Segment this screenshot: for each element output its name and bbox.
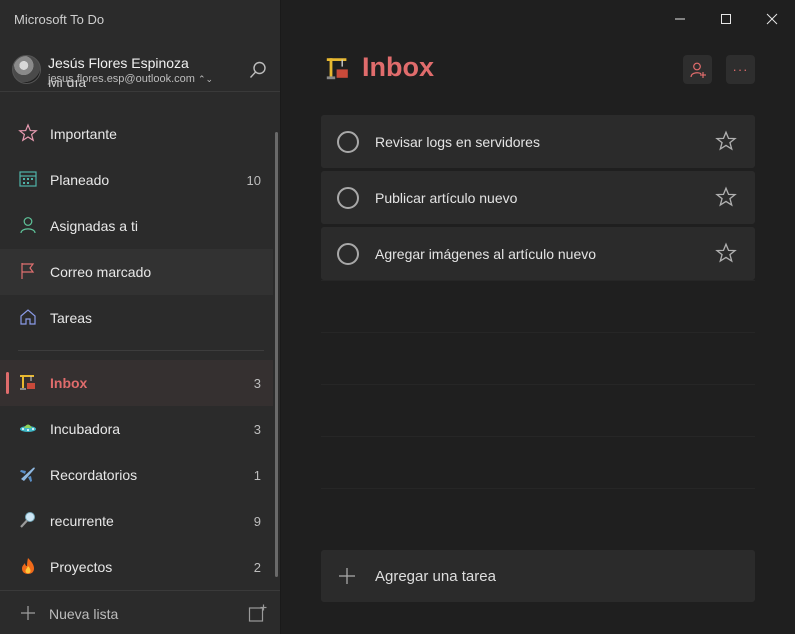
magnifier-icon: [20, 512, 35, 528]
construction-crane-icon: [20, 375, 35, 390]
fire-icon: [22, 558, 34, 574]
person-icon: [20, 217, 36, 234]
add-person-icon: [689, 62, 706, 78]
close-icon: [766, 13, 778, 25]
sidebar-item-label: Planeado: [50, 172, 110, 188]
maximize-icon: [721, 14, 731, 24]
sidebar-item-recordatorios[interactable]: Recordatorios 1: [0, 452, 273, 498]
sidebar-item-incubadora[interactable]: Incubadora 3: [0, 406, 273, 452]
sidebar-item-proyectos[interactable]: Proyectos 2: [0, 544, 273, 590]
task-title: Publicar artículo nuevo: [375, 190, 518, 206]
sidebar-item-count: 10: [246, 172, 261, 188]
sidebar-item-label: Proyectos: [50, 559, 113, 575]
active-indicator: [6, 372, 9, 394]
airplane-icon: [20, 467, 35, 482]
sidebar-item-planeado[interactable]: Planeado 10: [0, 157, 273, 203]
task-title: Agregar imágenes al artículo nuevo: [375, 246, 597, 262]
sidebar-item-tareas[interactable]: Tareas: [0, 295, 273, 341]
new-list-bar: Nueva lista: [0, 590, 280, 634]
sidebar-item-label: Asignadas a ti: [50, 218, 138, 234]
flag-icon: [21, 263, 35, 279]
sidebar-item-correo-marcado[interactable]: Correo marcado: [0, 249, 273, 295]
calendar-icon: [19, 171, 37, 187]
sidebar-item-count: 2: [253, 559, 261, 575]
sidebar-item-count: 3: [253, 375, 261, 391]
close-button[interactable]: [755, 6, 789, 32]
account-name: Jesús Flores Espinoza: [48, 55, 189, 71]
avatar: [12, 55, 41, 84]
maximize-button[interactable]: [709, 6, 743, 32]
search-icon[interactable]: [247, 59, 269, 81]
page-title: Inbox: [362, 52, 434, 82]
minimize-button[interactable]: [663, 6, 697, 32]
sidebar-scrollbar[interactable]: [275, 132, 278, 577]
complete-checkbox[interactable]: [337, 187, 359, 209]
ufo-icon: [20, 424, 36, 432]
account-switcher[interactable]: Jesús Flores Espinoza jesus.flores.esp@o…: [0, 44, 280, 92]
add-task-input[interactable]: Agregar una tarea: [321, 550, 755, 602]
star-icon[interactable]: [715, 186, 737, 208]
task-title: Revisar logs en servidores: [375, 134, 540, 150]
star-icon[interactable]: [715, 130, 737, 152]
sidebar: Microsoft To Do Mi día Jesús Flores Espi…: [0, 0, 281, 634]
more-icon: ···: [732, 62, 749, 77]
sidebar-divider: [18, 350, 264, 351]
sidebar-item-count: 3: [253, 421, 261, 437]
sidebar-item-importante[interactable]: Importante: [0, 111, 273, 157]
sidebar-item-label: Recordatorios: [50, 467, 138, 483]
main-pane: Inbox ··· Revisar logs en servidores Pub…: [282, 0, 795, 634]
construction-crane-icon: [326, 58, 348, 80]
plus-icon: [339, 568, 355, 584]
add-task-placeholder: Agregar una tarea: [375, 568, 496, 585]
account-email: jesus.flores.esp@outlook.com ⌃⌄: [48, 73, 214, 85]
more-options-button[interactable]: ···: [726, 55, 755, 84]
complete-checkbox[interactable]: [337, 243, 359, 265]
share-list-button[interactable]: [683, 55, 712, 84]
star-icon: [18, 123, 38, 142]
minimize-icon: [675, 18, 685, 20]
sidebar-item-recurrente[interactable]: recurrente 9: [0, 498, 273, 544]
task-item[interactable]: Revisar logs en servidores: [321, 115, 755, 168]
chevron-updown-icon: ⌃⌄: [197, 74, 214, 84]
sidebar-item-label: Correo marcado: [50, 264, 152, 280]
sidebar-item-asignadas[interactable]: Asignadas a ti: [0, 203, 273, 249]
sidebar-item-label: Incubadora: [50, 421, 121, 437]
sidebar-item-label: recurrente: [50, 513, 114, 529]
task-item[interactable]: Publicar artículo nuevo: [321, 171, 755, 224]
empty-rows: [321, 280, 755, 540]
star-icon[interactable]: [715, 242, 737, 264]
new-list-button[interactable]: Nueva lista: [49, 606, 118, 622]
home-icon: [20, 309, 36, 325]
sidebar-item-label: Tareas: [50, 310, 93, 326]
sidebar-item-label: Inbox: [50, 375, 88, 391]
sidebar-item-count: 9: [253, 513, 261, 529]
plus-icon[interactable]: [18, 603, 38, 623]
sidebar-item-label: Importante: [50, 126, 117, 142]
sidebar-item-count: 1: [253, 467, 261, 483]
new-group-icon[interactable]: [248, 604, 267, 623]
window-title: Microsoft To Do: [14, 12, 105, 27]
task-item[interactable]: Agregar imágenes al artículo nuevo: [321, 227, 755, 280]
complete-checkbox[interactable]: [337, 131, 359, 153]
sidebar-item-inbox[interactable]: Inbox 3: [0, 360, 273, 406]
